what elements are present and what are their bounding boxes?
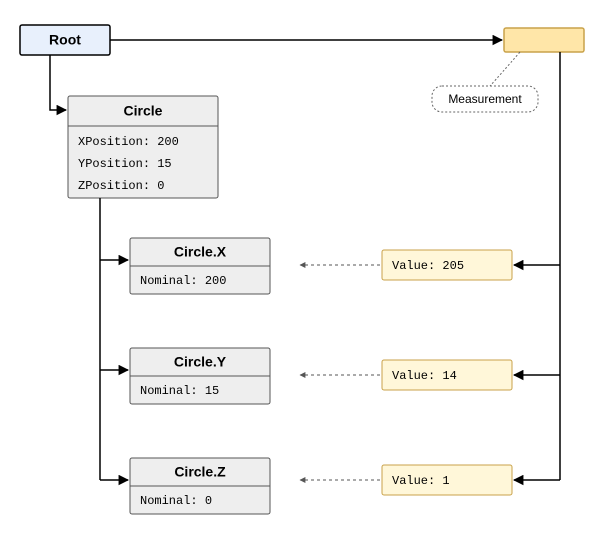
value-y-text: Value: 14 — [392, 369, 457, 383]
measurement-callout: Measurement — [432, 52, 538, 112]
circle-y-nominal: Nominal: 15 — [140, 384, 219, 398]
value-z-node: Value: 1 — [382, 465, 512, 495]
root-node: Root — [20, 25, 110, 55]
circle-prop-x: XPosition: 200 — [78, 135, 179, 149]
value-x-text: Value: 205 — [392, 259, 464, 273]
circle-z-title: Circle.Z — [174, 464, 226, 480]
measurement-node — [504, 28, 584, 52]
circle-title: Circle — [124, 103, 163, 119]
circle-z-nominal: Nominal: 0 — [140, 494, 212, 508]
callout-label: Measurement — [448, 92, 522, 106]
circle-y-title: Circle.Y — [174, 354, 227, 370]
circle-prop-y: YPosition: 15 — [78, 157, 172, 171]
value-x-node: Value: 205 — [382, 250, 512, 280]
circle-x-node: Circle.X Nominal: 200 — [130, 238, 270, 294]
circle-x-title: Circle.X — [174, 244, 227, 260]
diagram-canvas: Root Measurement Circle XPosition: 200 Y… — [0, 0, 615, 547]
callout-line — [490, 52, 520, 86]
edge-root-to-circle — [50, 55, 66, 110]
circle-y-node: Circle.Y Nominal: 15 — [130, 348, 270, 404]
value-y-node: Value: 14 — [382, 360, 512, 390]
value-z-text: Value: 1 — [392, 474, 450, 488]
axis-row-x: Circle.X Nominal: 200 Value: 205 — [100, 238, 560, 294]
axis-row-y: Circle.Y Nominal: 15 Value: 14 — [100, 348, 560, 404]
circle-node: Circle XPosition: 200 YPosition: 15 ZPos… — [68, 96, 218, 198]
root-label: Root — [49, 32, 81, 48]
circle-x-nominal: Nominal: 200 — [140, 274, 226, 288]
measurement-rect — [504, 28, 584, 52]
axis-row-z: Circle.Z Nominal: 0 Value: 1 — [100, 458, 560, 514]
circle-z-node: Circle.Z Nominal: 0 — [130, 458, 270, 514]
circle-prop-z: ZPosition: 0 — [78, 179, 164, 193]
